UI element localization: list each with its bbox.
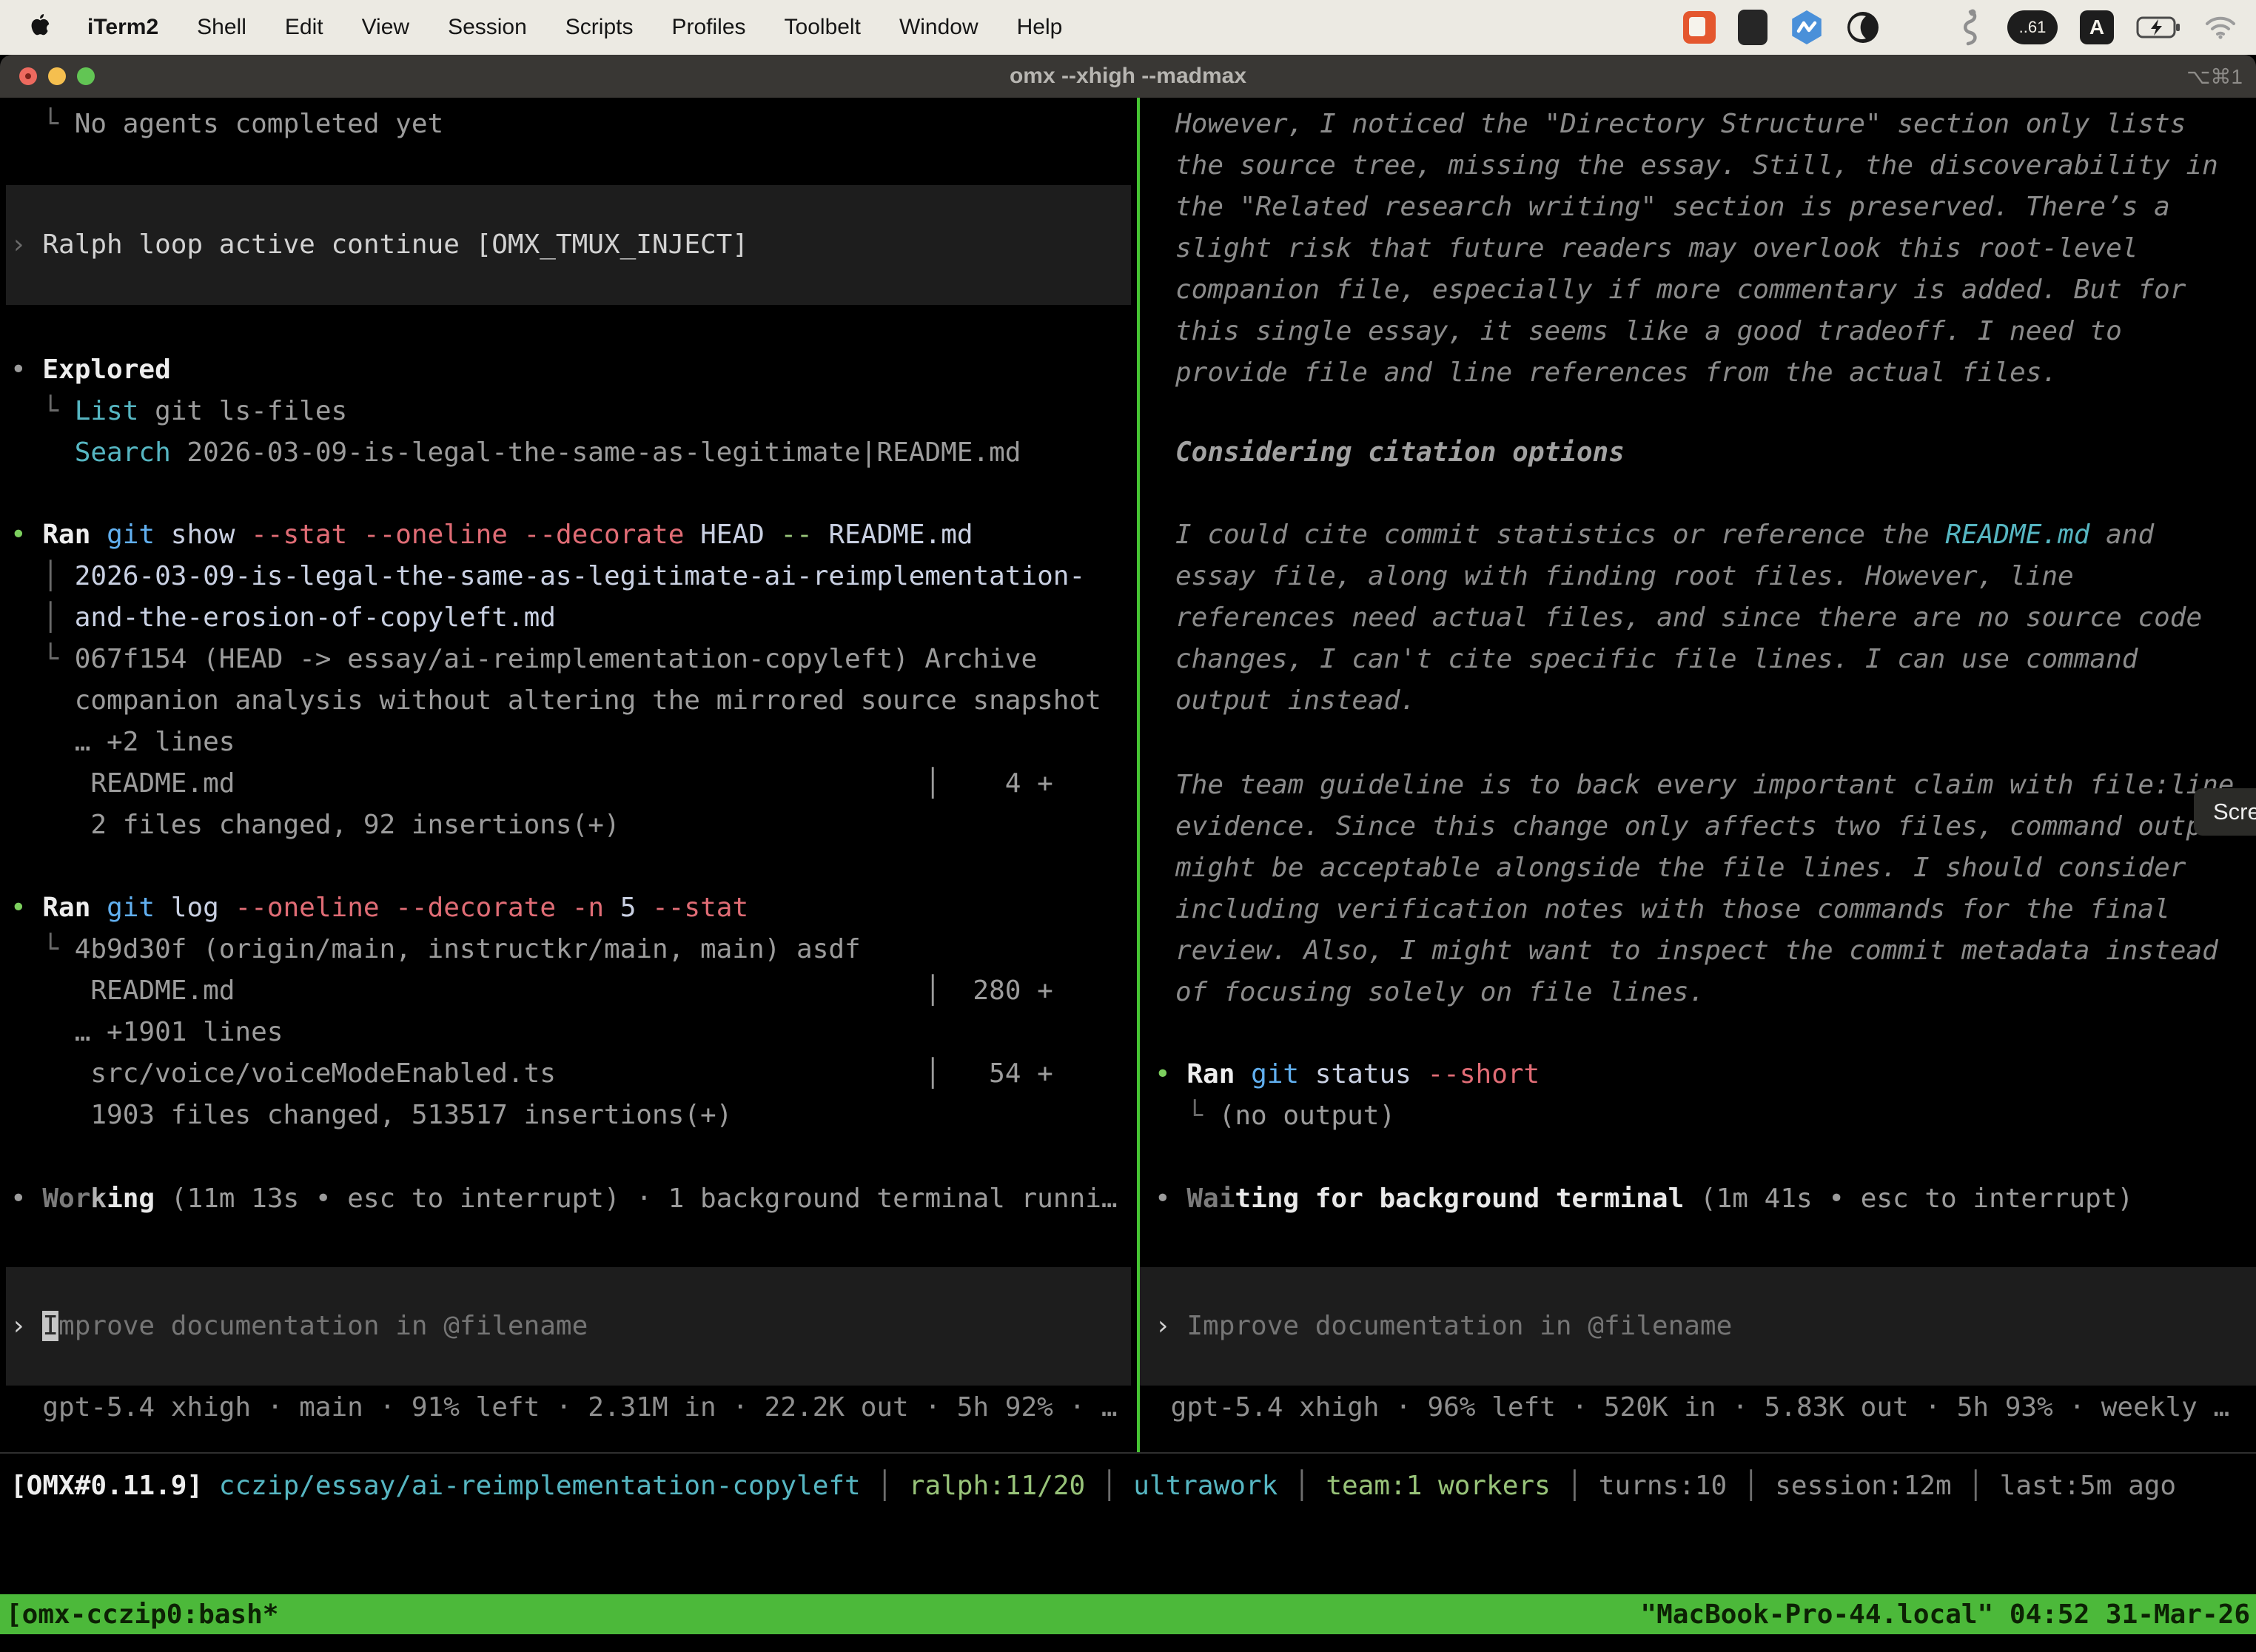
terminal-line: … +1901 lines [10,1012,1137,1053]
battery-icon[interactable] [2136,16,2182,39]
terminal-line: companion file, especially if more comme… [1155,269,2256,311]
right-transcript: However, I noticed the "Directory Struct… [1155,104,2256,1220]
dragon-icon[interactable] [1955,7,1985,47]
terminal-line: › Improve documentation in @filename [10,1306,588,1347]
terminal-line: • Ran git show --stat --oneline --decora… [10,514,1137,556]
menu-item-session[interactable]: Session [448,15,527,40]
apple-icon [28,13,53,42]
dots-grid-icon[interactable] [1902,12,1933,43]
menu-item-window[interactable]: Window [899,15,978,40]
terminal-line: 2 files changed, 92 insertions(+) [10,805,1137,846]
terminal-line: provide file and line references from th… [1155,352,2256,394]
terminal-line: companion analysis without altering the … [10,680,1137,722]
chat-app-icon[interactable] [1683,11,1716,44]
left-transcript: • Explored └ List git ls-files Search 20… [10,349,1137,1220]
menu-item-profiles[interactable]: Profiles [671,15,745,40]
messenger-icon[interactable] [1790,10,1824,44]
left-prompt-input[interactable]: › Improve documentation in @filename [10,1306,588,1347]
tmux-host-clock: "MacBook-Pro-44.local" 04:52 31-Mar-26 [1640,1599,2250,1630]
menu-bar: iTerm2 Shell Edit View Session Scripts P… [0,0,2256,55]
terminal-line: └ 067f154 (HEAD -> essay/ai-reimplementa… [10,639,1137,680]
terminal-line: However, I noticed the "Directory Struct… [1155,104,2256,145]
terminal-line: … +2 lines [10,722,1137,763]
terminal-line: the source tree, missing the essay. Stil… [1155,145,2256,187]
contrast-app-icon[interactable] [1846,10,1880,44]
terminal-line: of focusing solely on file lines. [1155,972,2256,1013]
menu-item-view[interactable]: View [362,15,409,40]
terminal-line: output instead. [1155,680,2256,722]
terminal-line: › Ralph loop active continue [OMX_TMUX_I… [10,224,748,266]
terminal-line: [OMX#0.11.9] cczip/essay/ai-reimplementa… [10,1465,2256,1507]
terminal-line: gpt-5.4 xhigh · 96% left · 520K in · 5.8… [1155,1387,2256,1428]
terminal-line: └ List git ls-files [10,391,1137,432]
terminal-line: Search 2026-03-09-is-legal-the-same-as-l… [10,432,1137,474]
right-terminal-pane[interactable]: However, I noticed the "Directory Struct… [1140,98,2256,1452]
terminal-line: • Waiting for background terminal (1m 41… [1155,1178,2256,1220]
injected-prompt-line: › Ralph loop active continue [OMX_TMUX_I… [10,224,748,266]
text-cursor: I [42,1311,58,1341]
menu-bar-status-area: ..61 A [1683,7,2256,47]
menu-item-iterm2[interactable]: iTerm2 [87,15,158,40]
terminal-line: └ No agents completed yet [10,104,1137,145]
terminal-line: review. Also, I might want to inspect th… [1155,930,2256,972]
terminal-line: › Improve documentation in @filename [1155,1306,1732,1347]
terminal-line: Considering citation options [1155,432,2256,474]
screen-share-overlay-button[interactable]: Scre [2194,788,2256,836]
terminal-line: slight risk that future readers may over… [1155,228,2256,269]
menu-item-toolbelt[interactable]: Toolbelt [785,15,861,40]
window-title-bar[interactable]: omx --xhigh --madmax ⌥⌘1 [0,55,2256,98]
terminal-line: • Ran git status --short [1155,1054,2256,1095]
terminal-line: │ 2026-03-09-is-legal-the-same-as-legiti… [10,556,1137,597]
terminal-line: evidence. Since this change only affects… [1155,806,2256,847]
menu-item-edit[interactable]: Edit [285,15,323,40]
left-prompt-box[interactable]: › Improve documentation in @filename [6,1267,1131,1386]
terminal-line: └ (no output) [1155,1095,2256,1137]
terminal-line: including verification notes with those … [1155,889,2256,930]
left-session-statusline: gpt-5.4 xhigh · main · 91% left · 2.31M … [10,1387,1137,1428]
menu-item-scripts[interactable]: Scripts [565,15,634,40]
terminal-line: README.md │ 4 + [10,763,1137,805]
statusline-divider [0,1452,2256,1454]
badge-61-icon[interactable]: ..61 [2007,10,2058,44]
terminal-line: └ 4b9d30f (origin/main, instructkr/main,… [10,929,1137,970]
terminal-line: changes, I can't cite specific file line… [1155,639,2256,680]
terminal-line: I could cite commit statistics or refere… [1155,514,2256,556]
right-session-statusline: gpt-5.4 xhigh · 96% left · 520K in · 5.8… [1155,1387,2256,1428]
wifi-icon[interactable] [2204,15,2237,40]
terminal-line: might be acceptable alongside the file l… [1155,847,2256,889]
omx-status-bar: [OMX#0.11.9] cczip/essay/ai-reimplementa… [0,1465,2256,1507]
input-source-icon[interactable]: A [2080,10,2114,44]
terminal-line: this single essay, it seems like a good … [1155,311,2256,352]
left-agent-status: └ No agents completed yet [10,104,1137,145]
terminal-line: src/voice/voiceModeEnabled.ts │ 54 + [10,1053,1137,1095]
grid-app-icon[interactable] [1738,10,1767,45]
terminal-line: │ and-the-erosion-of-copyleft.md [10,597,1137,639]
terminal-line: essay file, along with finding root file… [1155,556,2256,597]
terminal-line: • Explored [10,349,1137,391]
terminal-line: • Working (11m 13s • esc to interrupt) ·… [10,1178,1137,1220]
window-title: omx --xhigh --madmax [0,64,2256,89]
terminal-line: gpt-5.4 xhigh · main · 91% left · 2.31M … [10,1387,1137,1428]
terminal-line: • Ran git log --oneline --decorate -n 5 … [10,887,1137,929]
menu-item-help[interactable]: Help [1017,15,1063,40]
menu-item-shell[interactable]: Shell [197,15,246,40]
tmux-status-bar: [omx-cczip0:bash* "MacBook-Pro-44.local"… [0,1594,2256,1634]
tmux-session-window[interactable]: [omx-cczip0:bash* [6,1599,278,1630]
terminal-line: The team guideline is to back every impo… [1155,765,2256,806]
terminal-line: the "Related research writing" section i… [1155,187,2256,228]
left-terminal-pane[interactable]: └ No agents completed yet › Ralph loop a… [0,98,1137,1452]
menu-items: iTerm2 Shell Edit View Session Scripts P… [87,15,1062,40]
window-shortcut-badge: ⌥⌘1 [2186,64,2256,89]
terminal-line: README.md │ 280 + [10,970,1137,1012]
apple-menu[interactable] [28,13,53,42]
terminal-line: references need actual files, and since … [1155,597,2256,639]
terminal-line: 1903 files changed, 513517 insertions(+) [10,1095,1137,1136]
right-prompt-box[interactable]: › Improve documentation in @filename [1140,1267,2256,1386]
right-prompt-input[interactable]: › Improve documentation in @filename [1155,1306,1732,1347]
terminal-area: └ No agents completed yet › Ralph loop a… [0,98,2256,1452]
injected-prompt-box: › Ralph loop active continue [OMX_TMUX_I… [6,185,1131,305]
